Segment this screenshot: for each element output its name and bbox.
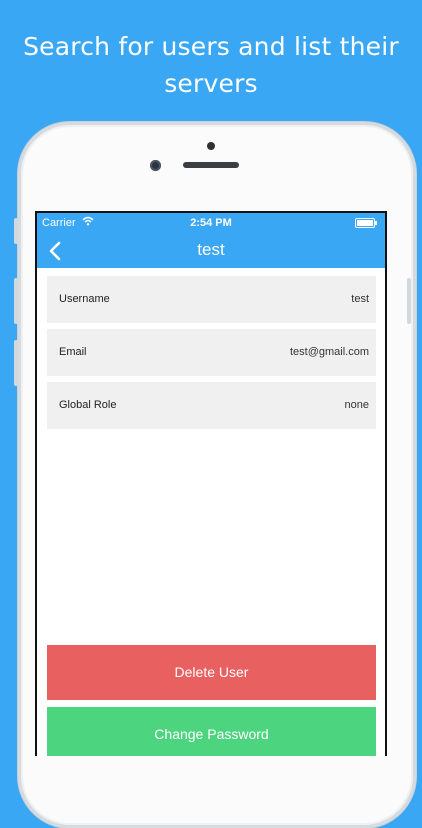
phone-volume-down: [14, 340, 18, 386]
phone-screen: Carrier 2:54 PM test Username test Email…: [35, 211, 387, 756]
status-time: 2:54 PM: [190, 217, 232, 229]
global-role-label: Global Role: [59, 399, 117, 411]
app-view: Carrier 2:54 PM test Username test Email…: [37, 213, 385, 756]
promo-headline-line1: Search for users and list their: [23, 32, 399, 61]
navigation-bar: Carrier 2:54 PM test: [37, 213, 385, 268]
promo-headline: Search for users and list their servers: [0, 28, 422, 102]
front-camera-icon: [150, 160, 161, 171]
status-bar: Carrier 2:54 PM: [37, 213, 385, 233]
email-row: Email test@gmail.com: [47, 329, 376, 376]
change-password-button[interactable]: Change Password: [47, 707, 376, 756]
phone-sensor: [207, 142, 215, 150]
username-label: Username: [59, 293, 110, 305]
global-role-row: Global Role none: [47, 382, 376, 429]
phone-volume-up: [14, 278, 18, 324]
phone-side-button: [14, 218, 18, 244]
global-role-value: none: [344, 399, 369, 411]
username-row: Username test: [47, 276, 376, 323]
promo-headline-line2: servers: [164, 69, 258, 98]
battery-icon: [355, 218, 377, 228]
earpiece: [183, 162, 239, 168]
delete-user-button[interactable]: Delete User: [47, 645, 376, 700]
username-value: test: [351, 293, 369, 305]
page-title: test: [197, 240, 225, 259]
email-label: Email: [59, 346, 87, 358]
email-value: test@gmail.com: [289, 346, 369, 358]
phone-power-button: [407, 278, 411, 324]
